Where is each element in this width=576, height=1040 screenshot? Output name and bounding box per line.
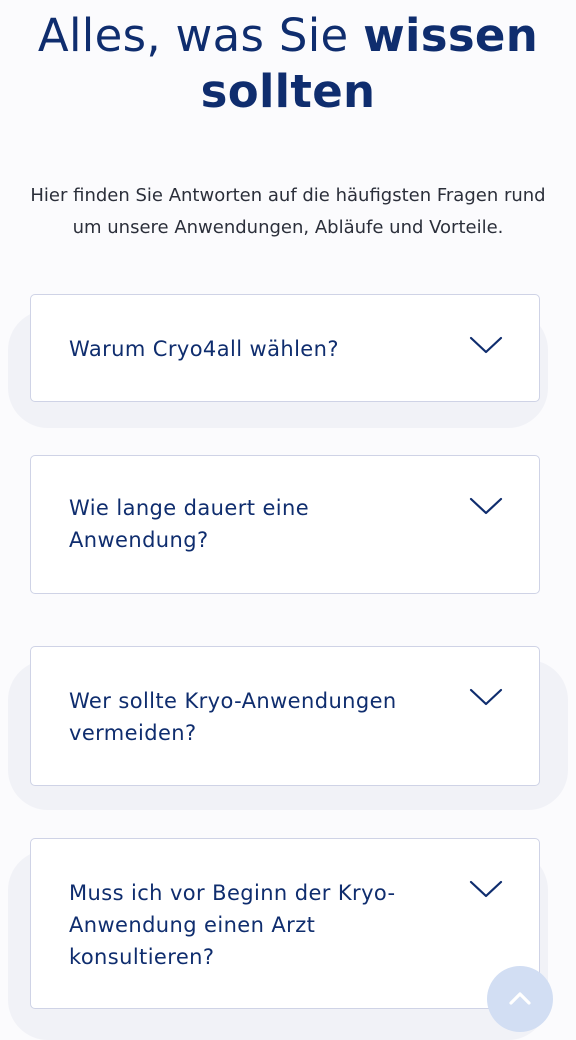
faq-item[interactable]: Wer sollte Kryo-Anwendungen vermeiden? [30,646,540,786]
scroll-to-top-button[interactable] [487,966,553,1032]
faq-item[interactable]: Muss ich vor Beginn der Kryo-Anwendung e… [30,838,540,1009]
chevron-down-icon [469,336,503,354]
page-title: Alles, was Sie wissen sollten [0,8,576,120]
section-subtitle: Hier finden Sie Antworten auf die häufig… [30,185,546,238]
faq-item[interactable]: Warum Cryo4all wählen? [30,294,540,402]
title-light-text: Alles, was Sie [37,9,364,62]
faq-question: Muss ich vor Beginn der Kryo-Anwendung e… [69,881,396,969]
chevron-down-icon [469,880,503,898]
chevron-down-icon [469,497,503,515]
chevron-down-icon [469,688,503,706]
chevron-up-icon [509,992,531,1005]
faq-section: Alles, was Sie wissen sollten Hier finde… [0,0,576,1040]
faq-question: Warum Cryo4all wählen? [69,337,339,361]
faq-question: Wie lange dauert eine Anwendung? [69,496,310,552]
title-bold-text: wissen [363,9,539,62]
title-bold-text-line2: sollten [200,65,376,118]
faq-item[interactable]: Wie lange dauert eine Anwendung? [30,455,540,594]
faq-question: Wer sollte Kryo-Anwendungen vermeiden? [69,689,397,745]
